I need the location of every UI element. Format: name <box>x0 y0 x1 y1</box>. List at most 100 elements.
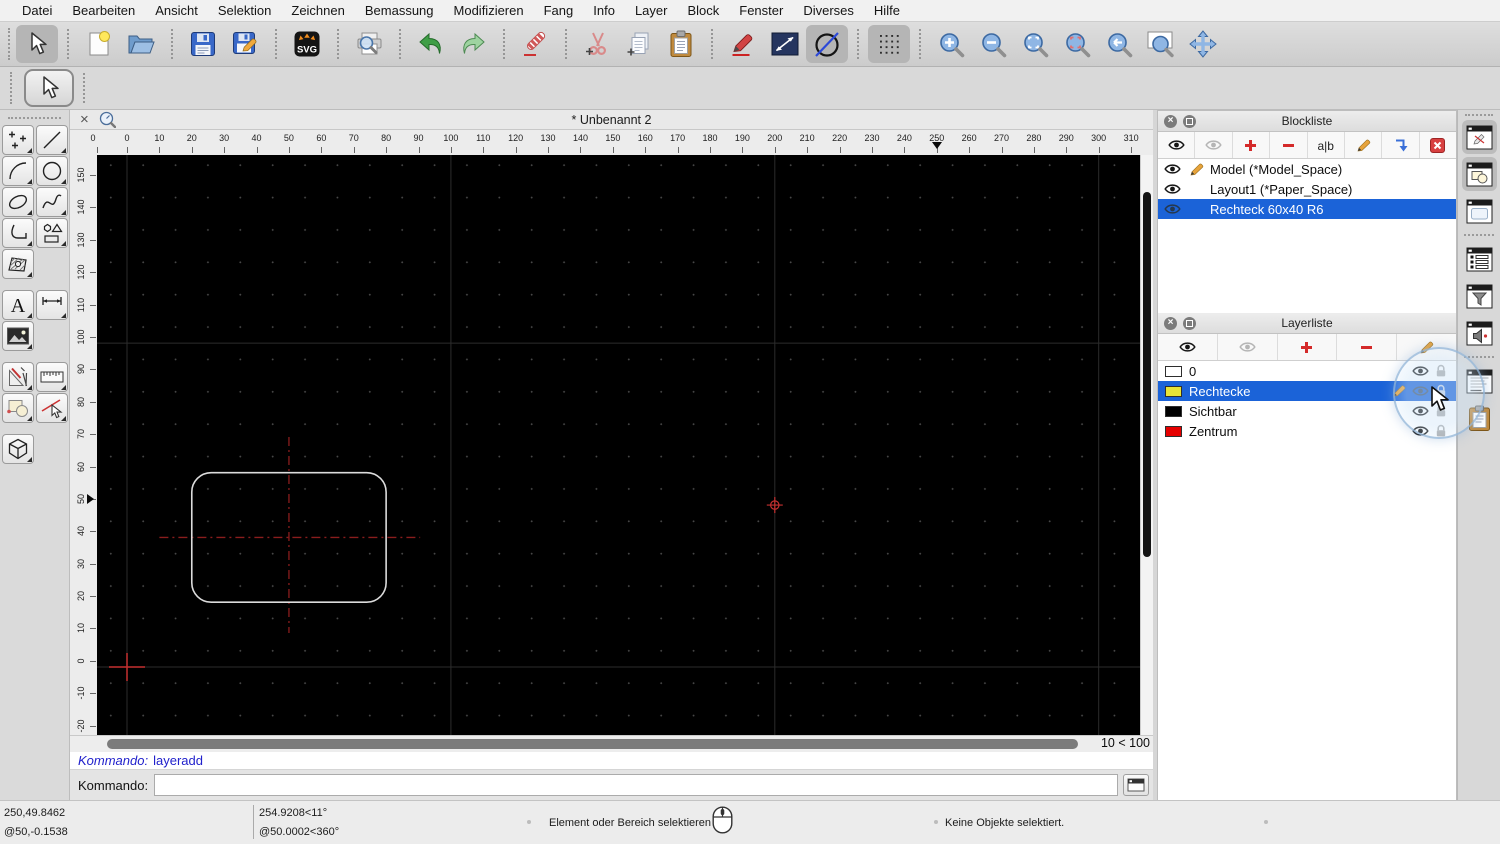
menu-ansicht[interactable]: Ansicht <box>145 3 208 18</box>
delete-block-button[interactable] <box>1420 132 1456 158</box>
layer-visibility-eye-icon[interactable] <box>1412 425 1429 437</box>
menu-modifizieren[interactable]: Modifizieren <box>444 3 534 18</box>
command-input[interactable] <box>154 774 1118 796</box>
zoom-window-button[interactable] <box>1140 25 1182 63</box>
toolbar-drag-handle[interactable] <box>8 28 10 60</box>
menu-bemassung[interactable]: Bemassung <box>355 3 444 18</box>
add-button[interactable] <box>1278 334 1338 360</box>
horizontal-scrollbar[interactable]: 10 < 100 <box>70 735 1153 752</box>
vertical-scrollbar[interactable] <box>1140 155 1153 735</box>
tool-arc-button[interactable] <box>2 156 34 186</box>
dock-layer-window-toggle-button[interactable] <box>1462 242 1497 276</box>
distance-button[interactable] <box>764 25 806 63</box>
dock-block-window-toggle-button[interactable] <box>1462 157 1497 191</box>
visibility-eye-icon[interactable] <box>1162 183 1182 195</box>
copy-button[interactable] <box>618 25 660 63</box>
tool-hatch-button[interactable] <box>2 249 34 279</box>
menu-selektion[interactable]: Selektion <box>208 3 281 18</box>
layer-visibility-eye-icon[interactable] <box>1412 385 1429 397</box>
layer-visibility-eye-icon[interactable] <box>1412 405 1429 417</box>
grid-button[interactable] <box>868 25 910 63</box>
tool-spline-button[interactable] <box>36 187 68 217</box>
menu-datei[interactable]: Datei <box>12 3 62 18</box>
layer-list-item[interactable]: Sichtbar <box>1158 401 1456 421</box>
menu-fang[interactable]: Fang <box>534 3 584 18</box>
layer-visibility-eye-icon[interactable] <box>1412 365 1429 377</box>
dock-drag-handle[interactable] <box>1465 114 1493 116</box>
svg-export-button[interactable]: SVG <box>286 25 328 63</box>
open-file-button[interactable] <box>120 25 162 63</box>
dock-clipboard-toggle-button[interactable] <box>1462 401 1497 435</box>
tool-ellipse-button[interactable] <box>2 187 34 217</box>
block-list-item[interactable]: Layout1 (*Paper_Space) <box>1158 179 1456 199</box>
tool-polygon-button[interactable] <box>36 218 68 248</box>
hide-all-eye-button[interactable] <box>1195 132 1232 158</box>
hide-all-eye-button[interactable] <box>1218 334 1278 360</box>
save-button[interactable] <box>182 25 224 63</box>
dock-library-window-toggle-button[interactable] <box>1462 194 1497 228</box>
vertical-scrollbar-thumb[interactable] <box>1143 192 1151 557</box>
block-list-item[interactable]: Rechteck 60x40 R6 <box>1158 199 1456 219</box>
menu-layer[interactable]: Layer <box>625 3 678 18</box>
edit-pencil-icon[interactable] <box>1186 162 1206 177</box>
erase-button[interactable] <box>514 25 556 63</box>
tool-solid-button[interactable] <box>2 434 34 464</box>
tool-modify-button[interactable] <box>2 362 34 392</box>
block-list-item[interactable]: Model (*Model_Space) <box>1158 159 1456 179</box>
menu-block[interactable]: Block <box>677 3 729 18</box>
paste-button[interactable] <box>660 25 702 63</box>
edit-button[interactable] <box>1397 334 1456 360</box>
palette-drag-handle[interactable] <box>8 117 61 119</box>
attributes-pencil-button[interactable] <box>722 25 764 63</box>
menu-info[interactable]: Info <box>583 3 625 18</box>
horizontal-scrollbar-thumb[interactable] <box>107 739 1078 749</box>
tool-text-button[interactable]: A <box>2 290 34 320</box>
layer-lock-icon[interactable] <box>1435 424 1447 438</box>
tool-select-button[interactable] <box>36 393 68 423</box>
select-tool-button[interactable] <box>24 69 74 107</box>
cut-button[interactable] <box>576 25 618 63</box>
layer-list-item[interactable]: 0 <box>1158 361 1456 381</box>
tool-blocks-button[interactable] <box>2 393 34 423</box>
zoom-pan-button[interactable] <box>1182 25 1224 63</box>
new-document-button[interactable] <box>78 25 120 63</box>
menu-hilfe[interactable]: Hilfe <box>864 3 910 18</box>
zoom-previous-button[interactable] <box>1098 25 1140 63</box>
redo-button[interactable] <box>452 25 494 63</box>
menu-zeichnen[interactable]: Zeichnen <box>281 3 354 18</box>
show-all-eye-button[interactable] <box>1158 334 1218 360</box>
toolbar-drag-handle[interactable] <box>10 72 12 104</box>
insert-button[interactable] <box>1382 132 1419 158</box>
tool-image-button[interactable] <box>2 321 34 351</box>
layer-list-item[interactable]: Rechtecke <box>1158 381 1456 401</box>
dock-command-window-toggle-button[interactable] <box>1462 364 1497 398</box>
visibility-eye-icon[interactable] <box>1162 163 1182 175</box>
drawing-canvas[interactable] <box>97 155 1140 735</box>
save-as-button[interactable] <box>224 25 266 63</box>
layer-list-item[interactable]: Zentrum <box>1158 421 1456 441</box>
print-preview-button[interactable] <box>348 25 390 63</box>
menu-fenster[interactable]: Fenster <box>729 3 793 18</box>
layer-lock-icon[interactable] <box>1435 364 1447 378</box>
tool-line-button[interactable] <box>36 125 68 155</box>
detach-command-widget-button[interactable] <box>1123 774 1149 796</box>
add-button[interactable] <box>1233 132 1270 158</box>
draw-order-button[interactable] <box>806 25 848 63</box>
menu-diverses[interactable]: Diverses <box>793 3 864 18</box>
show-all-eye-button[interactable] <box>1158 132 1195 158</box>
undo-button[interactable] <box>410 25 452 63</box>
zoom-selection-button[interactable] <box>1056 25 1098 63</box>
edit-pencil-icon[interactable] <box>1392 384 1406 398</box>
select-arrow-button[interactable] <box>16 25 58 63</box>
menu-bearbeiten[interactable]: Bearbeiten <box>62 3 145 18</box>
zoom-in-button[interactable] <box>930 25 972 63</box>
layer-lock-icon[interactable] <box>1435 384 1447 398</box>
remove-button[interactable] <box>1337 334 1397 360</box>
visibility-eye-icon[interactable] <box>1162 203 1182 215</box>
tool-polyline-button[interactable] <box>2 218 34 248</box>
tool-points-button[interactable] <box>2 125 34 155</box>
edit-button[interactable] <box>1345 132 1382 158</box>
rename-button[interactable]: a|b <box>1308 132 1345 158</box>
tool-measure-button[interactable] <box>36 362 68 392</box>
remove-button[interactable] <box>1270 132 1307 158</box>
